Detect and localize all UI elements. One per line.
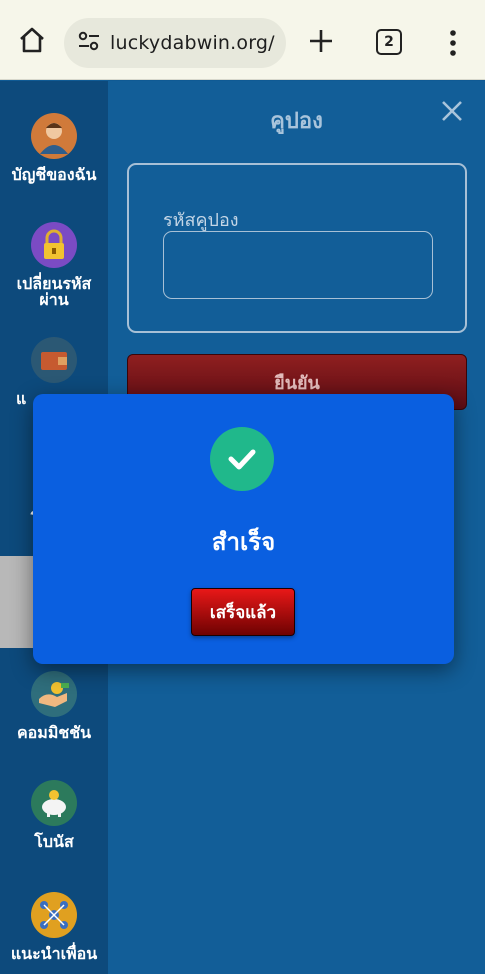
- sidebar-item-commission[interactable]: คอมมิชชัน: [0, 671, 108, 741]
- new-tab-icon[interactable]: [304, 24, 338, 58]
- coupon-code-input[interactable]: [163, 231, 433, 299]
- success-dialog: สำเร็จ เสร็จแล้ว: [33, 394, 454, 664]
- tab-switcher-button[interactable]: 2: [376, 29, 402, 55]
- check-circle-icon: [210, 427, 274, 491]
- sidebar-item-bonus[interactable]: โบนัส: [0, 780, 108, 850]
- page-title: คูปอง: [270, 109, 323, 134]
- account-avatar-icon: [31, 113, 77, 159]
- wallet-icon: [31, 337, 77, 383]
- sidebar-item-label: บัญชีของฉัน: [11, 165, 97, 184]
- sidebar-item-refer-friend[interactable]: แนะนำเพื่อน: [0, 892, 108, 962]
- sidebar-item-my-account[interactable]: บัญชีของฉัน: [0, 113, 108, 183]
- piggy-bank-icon: [31, 780, 77, 826]
- coupon-form-card: รหัสคูปอง: [127, 163, 467, 333]
- site-settings-icon[interactable]: [78, 31, 100, 55]
- done-button[interactable]: เสร็จแล้ว: [191, 588, 295, 636]
- more-menu-icon[interactable]: [440, 26, 466, 60]
- url-text: luckydabwin.org/: [110, 32, 275, 54]
- home-icon[interactable]: [14, 22, 50, 58]
- coupon-code-label: รหัสคูปอง: [163, 210, 239, 231]
- close-icon[interactable]: [438, 97, 466, 125]
- tab-count: 2: [384, 34, 394, 50]
- lock-icon: [31, 222, 77, 268]
- address-bar[interactable]: luckydabwin.org/: [64, 18, 286, 68]
- sidebar-item-label: คอมมิชชัน: [16, 723, 92, 742]
- dialog-title: สำเร็จ: [211, 528, 276, 556]
- referral-network-icon: [31, 892, 77, 938]
- sidebar-item-label: แนะนำเพื่อน: [10, 944, 98, 963]
- commission-icon: [31, 671, 77, 717]
- sidebar-item-label: เปลี่ยนรหัสผ่าน: [16, 274, 92, 309]
- sidebar-item-label: โบนัส: [34, 832, 74, 851]
- sidebar-item-change-password[interactable]: เปลี่ยนรหัสผ่าน: [0, 222, 108, 308]
- browser-toolbar: luckydabwin.org/ 2: [0, 0, 485, 80]
